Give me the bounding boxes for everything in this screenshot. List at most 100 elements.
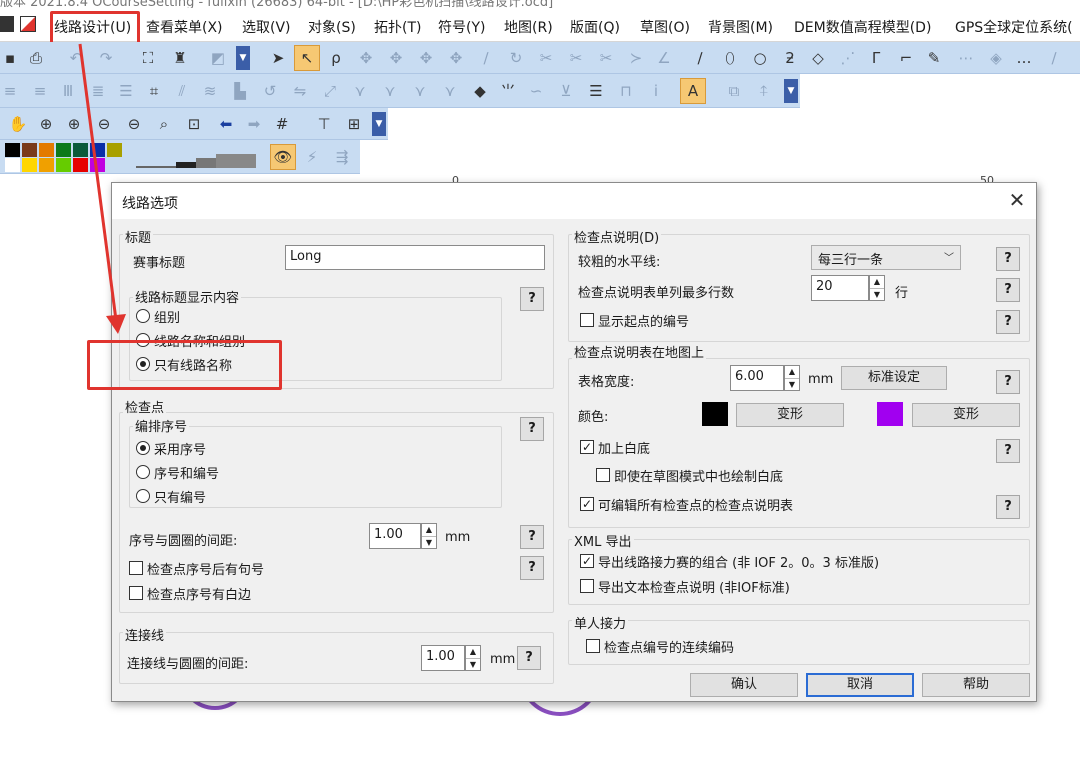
- menu-draft[interactable]: 草图(O): [640, 17, 690, 37]
- swatch-blue[interactable]: [90, 143, 105, 157]
- scissors-icon[interactable]: ✂: [536, 49, 556, 67]
- spin-up-icon[interactable]: ▲: [785, 366, 799, 378]
- swatch-yellow[interactable]: [22, 158, 37, 172]
- scale-icon[interactable]: ⤢: [320, 82, 340, 100]
- dots-line-icon[interactable]: ⋯: [956, 49, 976, 67]
- menu-symbol[interactable]: 符号(Y): [438, 17, 485, 37]
- line-icon[interactable]: ∕: [690, 49, 710, 67]
- underline-icon[interactable]: ⊻: [556, 82, 576, 100]
- menu-background[interactable]: 背景图(M): [708, 17, 773, 37]
- help-button-table-width[interactable]: ?: [996, 370, 1020, 394]
- menu-gps[interactable]: GPS全球定位系统(: [955, 17, 1073, 37]
- menu-map[interactable]: 地图(R): [504, 17, 553, 37]
- radio-class[interactable]: [136, 309, 150, 323]
- node-delete-icon[interactable]: ✥: [446, 49, 466, 67]
- number-spacing-input[interactable]: 1.00: [369, 523, 421, 549]
- help-button-connect[interactable]: ?: [517, 646, 541, 670]
- zoom-out-2-icon[interactable]: ⊖: [124, 115, 144, 133]
- cancel-button[interactable]: 取消: [806, 673, 914, 697]
- shape-4-icon[interactable]: ⋎: [440, 82, 460, 100]
- magic-icon[interactable]: ⚡: [302, 148, 322, 166]
- swatch-black[interactable]: [5, 143, 20, 157]
- node-move-icon[interactable]: ✥: [416, 49, 436, 67]
- line-width-4[interactable]: [216, 154, 256, 168]
- max-rows-input[interactable]: 20: [811, 275, 869, 301]
- line-width-3[interactable]: [196, 158, 216, 168]
- checkbox-continuous[interactable]: [586, 639, 600, 653]
- swatch-lime[interactable]: [56, 158, 71, 172]
- align-icon[interactable]: ≡: [0, 82, 20, 100]
- close-icon[interactable]: ✕: [1004, 189, 1030, 213]
- columns-icon[interactable]: Ⅲ: [58, 82, 78, 100]
- checkbox-draft-white[interactable]: [596, 468, 610, 482]
- pen-icon[interactable]: ✎: [924, 49, 944, 67]
- spin-up-icon[interactable]: ▲: [466, 646, 480, 658]
- info-icon[interactable]: ⅰ: [646, 82, 666, 100]
- connect-spacing-input[interactable]: 1.00: [421, 645, 465, 671]
- checkbox-white-bg[interactable]: ✓: [580, 440, 594, 454]
- table-width-input[interactable]: 6.00: [730, 365, 784, 391]
- swatch-red[interactable]: [73, 158, 88, 172]
- circle-icon[interactable]: ○: [750, 49, 770, 67]
- spin-up-icon[interactable]: ▲: [870, 276, 884, 288]
- ok-button[interactable]: 确认: [690, 673, 798, 697]
- checkbox-relay-export[interactable]: ✓: [580, 554, 594, 568]
- swatch-dark-green[interactable]: [73, 143, 88, 157]
- steps-icon[interactable]: Γ: [866, 49, 886, 67]
- swatch-brown[interactable]: [22, 143, 37, 157]
- toolbar-dropdown[interactable]: ▼: [236, 46, 250, 70]
- text-tool-icon[interactable]: A: [683, 82, 703, 100]
- recolor-icon[interactable]: ⇶: [332, 148, 352, 166]
- help-button[interactable]: 帮助: [922, 673, 1030, 697]
- mirror-icon[interactable]: ⇋: [290, 82, 310, 100]
- eye-icon[interactable]: 👁: [273, 148, 293, 166]
- menu-layout[interactable]: 版面(Q): [570, 17, 620, 37]
- connect-spacing-spinner[interactable]: ▲ ▼: [465, 645, 481, 671]
- help-button-title-display[interactable]: ?: [520, 287, 544, 311]
- zoom-fit-icon[interactable]: ⌕: [154, 115, 174, 133]
- distribute-icon[interactable]: ≣: [88, 82, 108, 100]
- color-swatch-black[interactable]: [702, 402, 728, 426]
- grid-icon[interactable]: #: [272, 115, 292, 133]
- menu-topology[interactable]: 拓扑(T): [374, 17, 421, 37]
- number-spacing-spinner[interactable]: ▲ ▼: [421, 523, 437, 549]
- zoom-in-icon[interactable]: ⊕: [36, 115, 56, 133]
- frame-icon[interactable]: ⊓: [616, 82, 636, 100]
- help-button-thick-line[interactable]: ?: [996, 247, 1020, 271]
- help-button-max-rows[interactable]: ?: [996, 278, 1020, 302]
- event-title-input[interactable]: Long: [285, 245, 545, 270]
- list-icon[interactable]: ☰: [586, 82, 606, 100]
- scissors-3-icon[interactable]: ✂: [596, 49, 616, 67]
- join-icon[interactable]: ≻: [626, 49, 646, 67]
- more-icon[interactable]: …: [1014, 49, 1034, 67]
- help-button-show-start[interactable]: ?: [996, 310, 1020, 334]
- line-width-2[interactable]: [176, 162, 196, 168]
- toolbar-3-dropdown[interactable]: ▼: [372, 112, 386, 136]
- marker-icon[interactable]: ◆: [470, 82, 490, 100]
- menu-object[interactable]: 对象(S): [308, 17, 356, 37]
- thick-line-select[interactable]: 每三行一条 ﹀: [811, 245, 961, 270]
- spin-down-icon[interactable]: ▼: [785, 378, 799, 390]
- checkbox-white-edge[interactable]: [129, 586, 143, 600]
- transform-button-2[interactable]: 变形: [912, 403, 1020, 427]
- swatch-green[interactable]: [56, 143, 71, 157]
- spin-down-icon[interactable]: ▼: [422, 536, 436, 548]
- standard-settings-button[interactable]: 标准设定: [841, 366, 947, 390]
- dash-line-icon[interactable]: ⋰: [838, 49, 858, 67]
- help-button-editable[interactable]: ?: [996, 495, 1020, 519]
- swatch-orange[interactable]: [39, 143, 54, 157]
- crop-icon[interactable]: ⌗: [144, 82, 164, 100]
- swatch-purple[interactable]: [90, 158, 105, 172]
- toolbar-2-dropdown[interactable]: ▼: [784, 79, 798, 103]
- redo-icon[interactable]: ↷: [96, 49, 116, 67]
- radio-code-only[interactable]: [136, 489, 150, 503]
- max-rows-spinner[interactable]: ▲ ▼: [869, 275, 885, 301]
- extend-icon[interactable]: ∠: [654, 49, 674, 67]
- wave-icon[interactable]: ∽: [526, 82, 546, 100]
- eraser-icon[interactable]: ◈: [986, 49, 1006, 67]
- lasso-icon[interactable]: ρ: [326, 49, 346, 67]
- menu-view[interactable]: 查看菜单(X): [146, 17, 223, 37]
- grass-icon[interactable]: ⺌: [498, 82, 518, 100]
- cut-line-icon[interactable]: ∕: [476, 49, 496, 67]
- fullscreen-icon[interactable]: ⛶: [138, 49, 158, 67]
